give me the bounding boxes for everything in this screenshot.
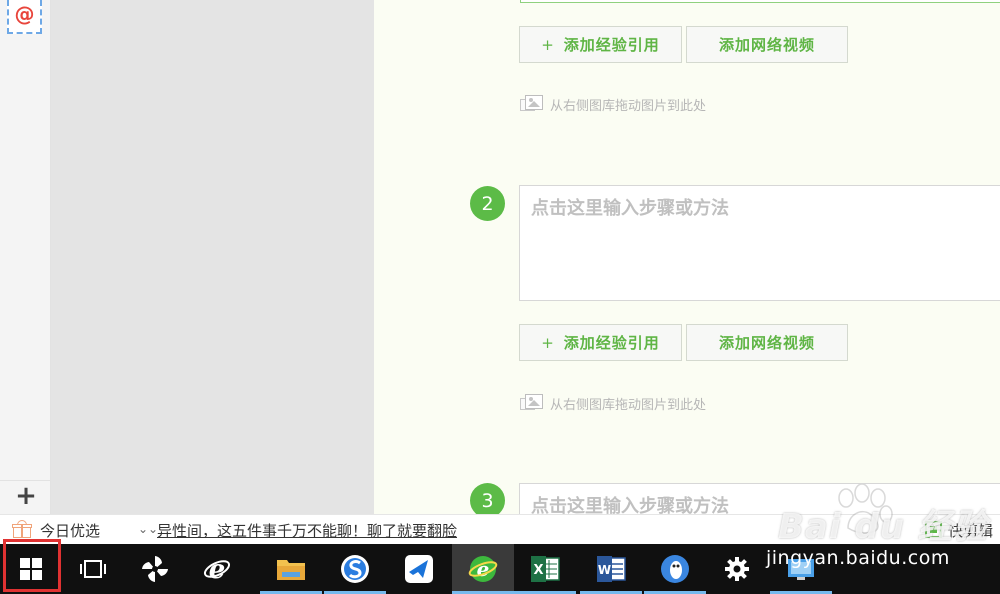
email-stamp-icon[interactable]: @ — [7, 0, 42, 34]
word-icon: W — [597, 556, 626, 582]
news-headline-link[interactable]: 异性间，这五件事千万不能聊！聊了就要翻脸 — [157, 520, 457, 541]
add-button[interactable]: + — [13, 483, 39, 509]
pinwheel-app-button[interactable] — [124, 544, 186, 594]
news-bar: 今日优选 ⌄⌄ 异性间，这五件事千万不能聊！聊了就要翻脸 快剪辑 — [0, 514, 1000, 544]
quick-clip-label[interactable]: 快剪辑 — [948, 520, 993, 541]
add-experience-ref-button[interactable]: + 添加经验引用 — [519, 324, 682, 361]
gift-icon — [12, 520, 32, 538]
penguin-browser-icon — [661, 555, 689, 583]
windows-logo-icon — [20, 558, 42, 580]
360-browser-icon: e — [468, 556, 498, 582]
content-gutter — [51, 0, 374, 514]
add-web-video-button[interactable]: 添加网络视频 — [686, 26, 848, 63]
screen: @ + + 添加经验引用 添加网络视频 从右侧图库拖动图片到此处 2 + 添加经… — [0, 0, 1000, 594]
step-1-input-bottom[interactable] — [520, 0, 1000, 3]
sogou-browser-button[interactable] — [324, 544, 386, 594]
folder-icon — [277, 560, 305, 580]
360-browser-button[interactable]: e — [452, 544, 514, 594]
file-explorer-button[interactable] — [260, 544, 322, 594]
step-2-input[interactable] — [520, 186, 1000, 300]
double-chevron-down-icon[interactable]: ⌄⌄ — [138, 520, 158, 538]
left-sidebar: @ + — [0, 0, 51, 514]
internet-explorer-icon: e — [203, 555, 231, 584]
gear-icon — [725, 557, 749, 581]
control-panel-icon — [788, 559, 814, 580]
excel-icon: X — [531, 556, 560, 582]
windows-taskbar: e e X W — [0, 544, 1000, 594]
task-view-button[interactable] — [62, 544, 124, 594]
image-drop-zone[interactable]: 从右侧图库拖动图片到此处 — [520, 393, 706, 413]
pinwheel-icon — [142, 556, 168, 582]
feishu-button[interactable] — [388, 544, 450, 594]
excel-button[interactable]: X — [514, 544, 576, 594]
step-3-input[interactable] — [520, 484, 1000, 514]
svg-text:e: e — [209, 555, 226, 584]
step-editor: + 添加经验引用 添加网络视频 从右侧图库拖动图片到此处 2 + 添加经验引用 … — [374, 0, 1000, 514]
sogou-browser-icon — [341, 555, 369, 583]
step-3-box — [519, 483, 1000, 514]
step-number-2: 2 — [470, 186, 505, 221]
image-icon — [520, 393, 544, 413]
windows-start-button[interactable] — [0, 544, 62, 594]
word-button[interactable]: W — [580, 544, 642, 594]
today-picks-label[interactable]: 今日优选 — [40, 520, 100, 541]
step-number-3: 3 — [470, 483, 505, 514]
qq-browser-button[interactable] — [644, 544, 706, 594]
image-drop-zone[interactable]: 从右侧图库拖动图片到此处 — [520, 94, 706, 114]
svg-text:W: W — [598, 563, 611, 577]
bird-icon — [405, 555, 433, 583]
step-2-box — [519, 185, 1000, 301]
image-icon — [520, 94, 544, 114]
svg-text:e: e — [477, 557, 490, 581]
add-web-video-button[interactable]: 添加网络视频 — [686, 324, 848, 361]
internet-explorer-button[interactable]: e — [186, 544, 248, 594]
svg-text:X: X — [533, 563, 543, 578]
quick-clip-icon[interactable] — [925, 521, 942, 538]
settings-button[interactable] — [706, 544, 768, 594]
task-view-icon — [80, 560, 106, 578]
add-experience-ref-button[interactable]: + 添加经验引用 — [519, 26, 682, 63]
control-panel-button[interactable] — [770, 544, 832, 594]
